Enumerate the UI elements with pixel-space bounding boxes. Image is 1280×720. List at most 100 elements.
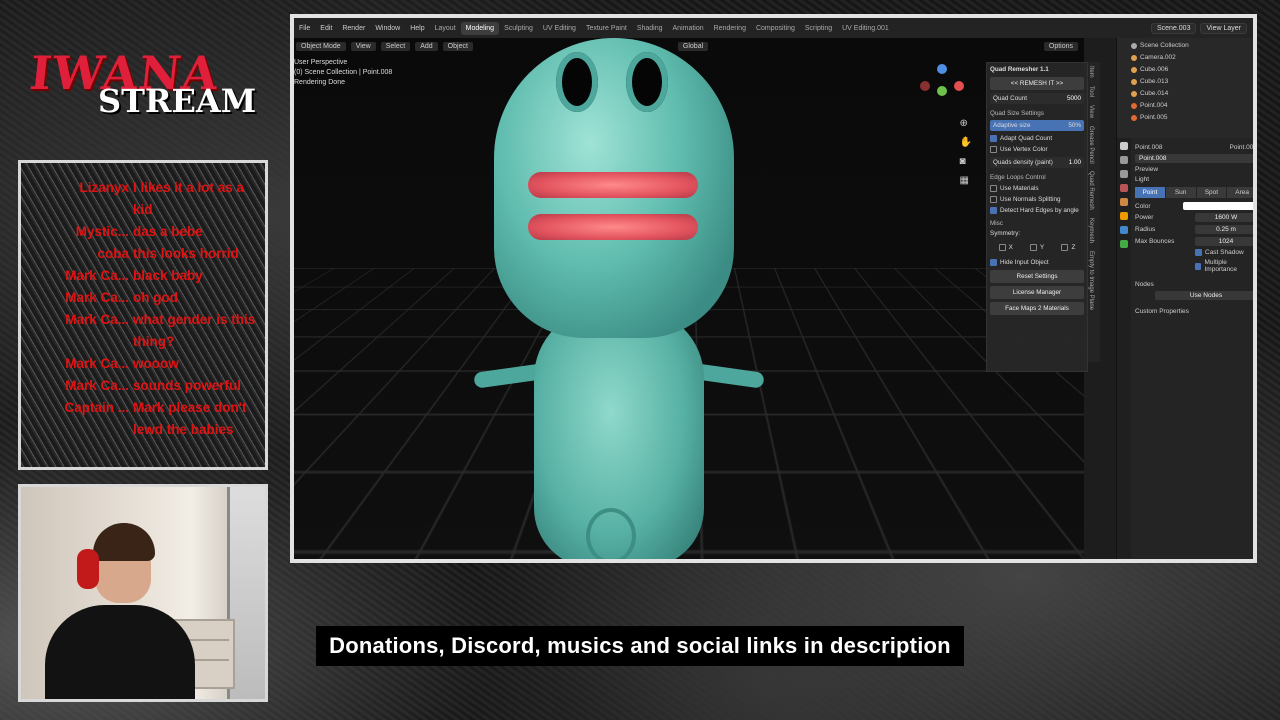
tab-tool[interactable]: Tool	[1088, 82, 1094, 101]
scene-field[interactable]: Scene.003	[1151, 22, 1197, 34]
menu-render[interactable]: Render	[337, 25, 370, 32]
scene-tab-icon[interactable]	[1120, 184, 1128, 192]
tab-item[interactable]: Item	[1088, 62, 1094, 82]
menu-edit[interactable]: Edit	[315, 25, 337, 32]
use-materials-checkbox[interactable]: Use Materials	[990, 185, 1084, 192]
tab-texture-paint[interactable]: Texture Paint	[581, 22, 632, 35]
camera-icon[interactable]: ◙	[960, 156, 972, 167]
tab-scripting[interactable]: Scripting	[800, 22, 837, 35]
grid-icon[interactable]: ▦	[960, 175, 972, 186]
axis-y-icon[interactable]	[937, 86, 947, 96]
menu-view[interactable]: View	[350, 41, 376, 51]
power-label: Power	[1135, 214, 1154, 221]
multiple-importance-checkbox[interactable]: Multiple Importance	[1195, 259, 1253, 273]
camera-object-icon	[1131, 55, 1137, 61]
menu-select[interactable]: Select	[380, 41, 411, 51]
power-field[interactable]: 1600 W	[1195, 213, 1253, 222]
hide-input-checkbox[interactable]: Hide Input Object	[990, 259, 1084, 266]
axis-neg-x-icon[interactable]	[920, 81, 930, 91]
world-tab-icon[interactable]	[1120, 198, 1128, 206]
light-type-selector: Point Sun Spot Area	[1135, 187, 1253, 198]
output-tab-icon[interactable]	[1120, 170, 1128, 178]
tab-rendering[interactable]: Rendering	[709, 22, 751, 35]
axis-x-icon[interactable]	[954, 81, 964, 91]
preview-panel[interactable]: Preview	[1135, 166, 1253, 173]
remesh-button[interactable]: << REMESH IT >>	[990, 77, 1084, 90]
webcam-feed	[18, 484, 268, 702]
zoom-icon[interactable]: ⊕	[960, 118, 972, 129]
tab-modeling[interactable]: Modeling	[460, 21, 500, 35]
outliner-item[interactable]: Cube.013	[1121, 76, 1253, 88]
tool-tab-icon[interactable]	[1120, 142, 1128, 150]
use-nodes-button[interactable]: Use Nodes	[1155, 291, 1253, 300]
color-swatch[interactable]	[1183, 202, 1253, 210]
tab-sculpting[interactable]: Sculpting	[499, 22, 538, 35]
light-type-area[interactable]: Area	[1227, 187, 1253, 198]
tab-uv-editing-001[interactable]: UV Editing.001	[837, 22, 894, 35]
tab-uv-editing[interactable]: UV Editing	[538, 22, 581, 35]
quad-count-field[interactable]: Quad Count 5000	[990, 93, 1084, 104]
collection-icon	[1131, 43, 1137, 49]
render-status: Rendering Done	[294, 79, 345, 86]
panel-title: Quad Remesher 1.1	[990, 66, 1049, 73]
outliner-item[interactable]: Cube.014	[1121, 88, 1253, 100]
light-panel[interactable]: Light	[1135, 176, 1253, 183]
use-vertex-color-label: Use Vertex Color	[1000, 146, 1048, 153]
pan-icon[interactable]: ✋	[960, 137, 972, 148]
outliner-item[interactable]: Point.004	[1121, 100, 1253, 112]
face-maps-button[interactable]: Face Maps 2 Materials	[990, 302, 1084, 315]
physics-tab-icon[interactable]	[1120, 226, 1128, 234]
object-tab-icon[interactable]	[1120, 212, 1128, 220]
nodes-panel[interactable]: Nodes	[1135, 281, 1253, 288]
custom-properties-panel[interactable]: Custom Properties	[1135, 308, 1253, 315]
menu-help[interactable]: Help	[405, 25, 429, 32]
menu-window[interactable]: Window	[370, 25, 405, 32]
detect-hard-edges-checkbox[interactable]: Detect Hard Edges by angle	[990, 207, 1084, 214]
tab-animation[interactable]: Animation	[668, 22, 709, 35]
outliner-item-label: Point.005	[1140, 114, 1168, 121]
mode-select[interactable]: Object Mode	[296, 41, 346, 51]
tab-empty-to-image-plane[interactable]: Empty to Image Plane	[1088, 247, 1094, 314]
creature-model[interactable]	[464, 38, 765, 559]
light-type-spot[interactable]: Spot	[1196, 187, 1227, 198]
chat-username: coba	[97, 246, 129, 261]
tab-view[interactable]: View	[1088, 101, 1094, 122]
tab-quad-remesh[interactable]: Quad Remesh	[1088, 167, 1094, 214]
use-vertex-color-checkbox[interactable]: Use Vertex Color	[990, 146, 1084, 153]
3d-viewport[interactable]: Object Mode View Select Add Object Globa…	[294, 38, 1084, 559]
tab-compositing[interactable]: Compositing	[751, 22, 800, 35]
tab-grease-pencil[interactable]: Grease Pencil	[1088, 122, 1094, 168]
navigation-gizmo[interactable]	[920, 64, 964, 108]
license-manager-button[interactable]: License Manager	[990, 286, 1084, 299]
tab-layout[interactable]: Layout	[430, 22, 461, 35]
axis-z-icon[interactable]	[937, 64, 947, 74]
radius-field[interactable]: 0.25 m	[1195, 225, 1253, 234]
adaptive-size-slider[interactable]: Adaptive size 50%	[990, 120, 1084, 131]
reset-settings-button[interactable]: Reset Settings	[990, 270, 1084, 283]
options-button[interactable]: Options	[1043, 41, 1078, 51]
symmetry-x-checkbox[interactable]: X	[998, 244, 1013, 251]
outliner-item[interactable]: Camera.002	[1121, 52, 1253, 64]
custom-properties-label: Custom Properties	[1135, 308, 1189, 315]
tab-shading[interactable]: Shading	[632, 22, 668, 35]
adapt-quad-count-checkbox[interactable]: Adapt Quad Count	[990, 135, 1084, 142]
symmetry-y-checkbox[interactable]: Y	[1030, 244, 1044, 251]
bounces-field[interactable]: 1024	[1195, 237, 1253, 246]
light-type-sun[interactable]: Sun	[1165, 187, 1196, 198]
datablock-field[interactable]: Point.008	[1135, 154, 1253, 163]
cast-shadow-checkbox[interactable]: Cast Shadow	[1195, 249, 1253, 256]
view-layer-field[interactable]: View Layer	[1200, 22, 1247, 34]
menu-file[interactable]: File	[294, 25, 315, 32]
render-tab-icon[interactable]	[1120, 156, 1128, 164]
menu-add[interactable]: Add	[415, 41, 438, 51]
use-normals-splitting-checkbox[interactable]: Use Normals Splitting	[990, 196, 1084, 203]
chat-message: Mark Ca... black baby	[29, 265, 261, 287]
light-data-tab-icon[interactable]	[1120, 240, 1128, 248]
tab-keymesh[interactable]: Keymesh	[1088, 214, 1094, 247]
quads-density-field[interactable]: Quads density (paint) 1.00	[990, 157, 1084, 168]
light-type-point[interactable]: Point	[1135, 187, 1165, 198]
outliner-item[interactable]: Point.005	[1121, 112, 1253, 124]
outliner-root[interactable]: Scene Collection	[1121, 40, 1253, 52]
symmetry-z-checkbox[interactable]: Z	[1061, 244, 1075, 251]
outliner-item[interactable]: Cube.006	[1121, 64, 1253, 76]
